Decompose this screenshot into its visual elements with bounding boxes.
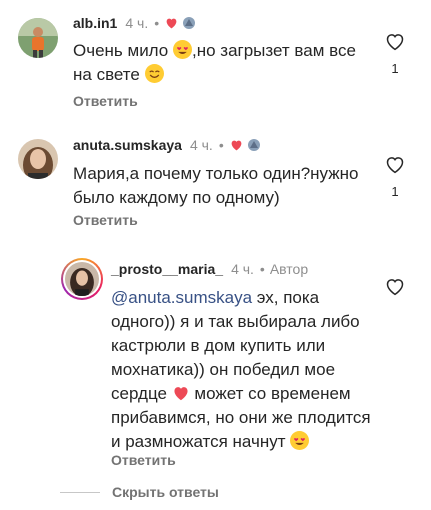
timestamp: 4 ч. [189, 137, 213, 153]
author-reaction [230, 138, 261, 152]
avatar[interactable] [18, 139, 58, 179]
hide-replies-button[interactable]: Скрыть ответы [112, 484, 219, 500]
username[interactable]: _prosto__maria_ [111, 261, 223, 277]
like-button[interactable] [383, 277, 407, 296]
comment-header: _prosto__maria_ 4 ч. • Автор [111, 261, 308, 277]
like-heart-outline-icon[interactable] [385, 32, 405, 51]
avatar[interactable] [18, 18, 58, 58]
separator: • [259, 261, 265, 277]
heart-icon [174, 387, 188, 401]
like-count: 1 [391, 61, 399, 76]
comment-text: Мария,а почему только один?нужно было ка… [73, 164, 359, 207]
avatar[interactable] [65, 262, 99, 296]
like-button[interactable]: 1 [383, 32, 407, 76]
like-button[interactable]: 1 [383, 155, 407, 199]
story-ring[interactable] [61, 258, 103, 300]
author-label: Автор [269, 261, 309, 277]
timestamp: 4 ч. [125, 15, 149, 31]
reacting-avatar-icon [247, 139, 260, 151]
comment-header: anuta.sumskaya 4 ч. • [73, 137, 261, 153]
heart-eyes-emoji [290, 431, 310, 450]
reacting-avatar-icon [183, 17, 196, 29]
divider [60, 491, 100, 493]
separator: • [154, 15, 160, 31]
comment-text: Очень мило ,но загрызет вам все на свете [73, 40, 356, 84]
separator: • [218, 137, 224, 153]
hide-replies-row[interactable]: Скрыть ответы [60, 484, 219, 500]
reply-button[interactable]: Ответить [73, 212, 138, 228]
comment-text: @anuta.sumskaya эх, пока одного)) я и та… [111, 288, 371, 451]
username[interactable]: anuta.sumskaya [73, 137, 182, 153]
like-count: 1 [391, 184, 399, 199]
smile-emoji [144, 64, 164, 83]
like-heart-outline-icon[interactable] [385, 277, 405, 296]
author-reaction [165, 16, 196, 30]
timestamp: 4 ч. [231, 261, 254, 277]
comment-header: alb.in1 4 ч. • [73, 15, 196, 31]
mention-link[interactable]: @anuta.sumskaya [111, 288, 252, 307]
username[interactable]: alb.in1 [73, 15, 117, 31]
reply-button[interactable]: Ответить [73, 93, 138, 109]
heart-icon [166, 18, 177, 29]
heart-icon [231, 140, 242, 151]
like-heart-outline-icon[interactable] [385, 155, 405, 174]
reply-button[interactable]: Ответить [111, 452, 176, 468]
heart-eyes-emoji [172, 40, 192, 59]
